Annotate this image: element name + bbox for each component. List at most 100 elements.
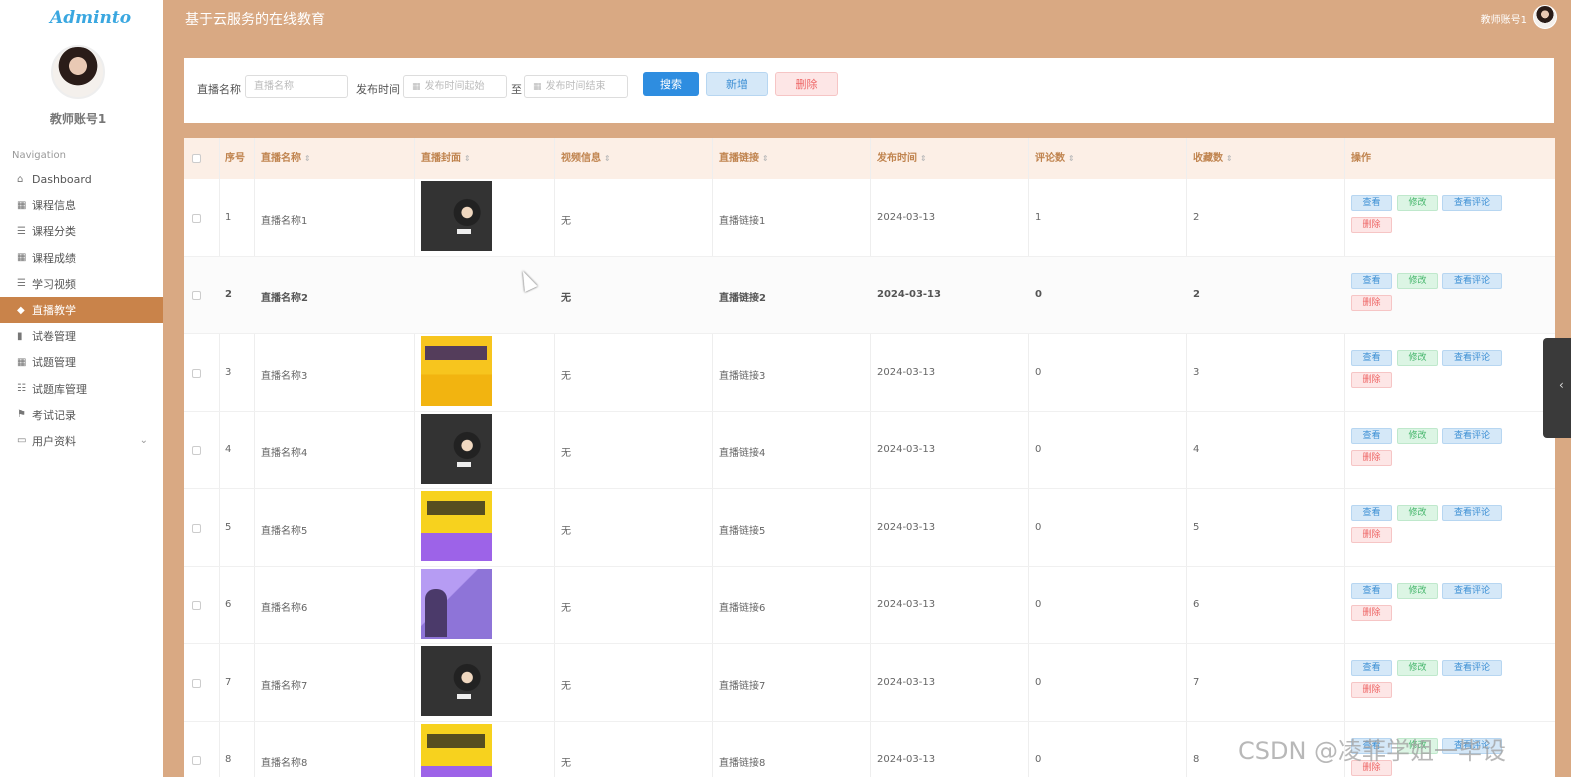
sidebar-item-3[interactable]: ▦ 课程成绩 — [0, 245, 163, 271]
sort-icon[interactable]: ⇕ — [604, 154, 611, 163]
row-checkbox[interactable] — [192, 678, 201, 688]
edit-action-button[interactable]: 修改 — [1397, 350, 1438, 366]
comments-action-button[interactable]: 查看评论 — [1442, 505, 1502, 521]
row-checkbox[interactable] — [192, 523, 201, 533]
nav-section-label: Navigation — [12, 150, 66, 161]
sidebar-item-0[interactable]: ⌂ Dashboard — [0, 166, 163, 192]
sort-icon[interactable]: ⇕ — [920, 154, 927, 163]
view-action-button[interactable]: 查看 — [1351, 660, 1392, 676]
comments-action-button[interactable]: 查看评论 — [1442, 350, 1502, 366]
comments-action-button[interactable]: 查看评论 — [1442, 582, 1502, 599]
card-icon: ▭ — [17, 435, 27, 447]
sidebar-item-8[interactable]: ☷ 试题库管理 — [0, 376, 163, 402]
edit-action-button[interactable]: 修改 — [1397, 272, 1438, 289]
edit-action-button[interactable]: 修改 — [1397, 427, 1438, 444]
cell-video: 无 — [561, 603, 571, 615]
sort-icon[interactable]: ⇕ — [304, 154, 311, 163]
column-header-2[interactable]: 直播封面 ⇕ — [421, 138, 471, 179]
column-header-label: 直播链接 — [719, 153, 759, 164]
view-action-button[interactable]: 查看 — [1351, 505, 1392, 521]
search-button[interactable]: 搜索 — [643, 72, 699, 96]
start-date-input[interactable]: ▦ 发布时间起始 — [403, 75, 507, 98]
cover-image[interactable] — [421, 491, 492, 561]
column-header-3[interactable]: 视频信息 ⇕ — [561, 138, 611, 179]
name-search-input[interactable]: 直播名称 — [245, 75, 348, 98]
cell-favorites: 2 — [1193, 289, 1200, 301]
cover-image[interactable] — [421, 646, 492, 716]
row-checkbox[interactable] — [192, 368, 201, 378]
cell-link: 直播链接3 — [719, 370, 766, 382]
sort-icon[interactable]: ⇕ — [1068, 154, 1075, 163]
row-checkbox[interactable] — [192, 213, 201, 223]
table-row[interactable]: 1 直播名称1 无 直播链接1 2024-03-13 1 2 查看 修改 查看评论 删除 — [184, 179, 1555, 257]
table-row[interactable]: 6 直播名称6 无 直播链接6 2024-03-13 0 6 查看 修改 查看评论 删除 — [184, 567, 1555, 644]
view-action-button[interactable]: 查看 — [1351, 582, 1392, 599]
cell-favorites: 7 — [1193, 676, 1200, 688]
sort-icon[interactable]: ⇕ — [762, 154, 769, 163]
comments-action-button[interactable]: 查看评论 — [1442, 272, 1502, 289]
delete-action-button[interactable]: 删除 — [1351, 527, 1392, 543]
delete-action-button[interactable]: 删除 — [1351, 604, 1392, 621]
sort-icon[interactable]: ⇕ — [1226, 154, 1233, 163]
end-date-input[interactable]: ▦ 发布时间结束 — [524, 75, 628, 98]
edit-action-button[interactable]: 修改 — [1397, 195, 1438, 211]
delete-action-button[interactable]: 删除 — [1351, 372, 1392, 388]
sidebar-item-7[interactable]: ▦ 试题管理 — [0, 349, 163, 375]
delete-action-button[interactable]: 删除 — [1351, 682, 1392, 698]
column-header-4[interactable]: 直播链接 ⇕ — [719, 138, 769, 179]
cover-image[interactable] — [421, 181, 492, 251]
avatar[interactable] — [51, 45, 105, 99]
sidebar-item-1[interactable]: ▦ 课程信息 — [0, 192, 163, 218]
table-row[interactable]: 4 直播名称4 无 直播链接4 2024-03-13 0 4 查看 修改 查看评论 删除 — [184, 412, 1555, 489]
table-row[interactable]: 2 直播名称2 无 直播链接2 2024-03-13 0 2 查看 修改 查看评论 删除 — [184, 256, 1555, 334]
cover-image[interactable] — [421, 723, 492, 777]
sidebar-item-2[interactable]: ☰ 课程分类 — [0, 218, 163, 244]
row-checkbox[interactable] — [192, 756, 201, 766]
view-action-button[interactable]: 查看 — [1351, 350, 1392, 366]
row-checkbox[interactable] — [192, 446, 201, 456]
column-header-6[interactable]: 评论数 ⇕ — [1035, 138, 1075, 179]
delete-action-button[interactable]: 删除 — [1351, 217, 1392, 233]
view-action-button[interactable]: 查看 — [1351, 272, 1392, 289]
row-checkbox[interactable] — [192, 291, 201, 301]
select-all-checkbox[interactable] — [192, 154, 201, 163]
row-checkbox[interactable] — [192, 601, 201, 611]
delete-action-button[interactable]: 删除 — [1351, 294, 1392, 311]
delete-action-button[interactable]: 删除 — [1351, 449, 1392, 466]
comments-action-button[interactable]: 查看评论 — [1442, 427, 1502, 444]
cell-idx: 6 — [225, 599, 232, 611]
thumb-icon: ◆ — [17, 304, 25, 316]
comments-action-button[interactable]: 查看评论 — [1442, 195, 1502, 211]
header-user-name[interactable]: 教师账号1 — [1481, 11, 1527, 26]
column-header-7[interactable]: 收藏数 ⇕ — [1193, 138, 1233, 179]
column-header-1[interactable]: 直播名称 ⇕ — [261, 138, 311, 179]
view-action-button[interactable]: 查看 — [1351, 195, 1392, 211]
view-action-button[interactable]: 查看 — [1351, 427, 1392, 444]
edit-action-button[interactable]: 修改 — [1397, 582, 1438, 599]
edit-action-button[interactable]: 修改 — [1397, 505, 1438, 521]
sidebar-item-9[interactable]: ⚑ 考试记录 — [0, 402, 163, 428]
table-row[interactable]: 7 直播名称7 无 直播链接7 2024-03-13 0 7 查看 修改 查看评论 删除 — [184, 644, 1555, 722]
sort-icon[interactable]: ⇕ — [464, 154, 471, 163]
table-row[interactable]: 5 直播名称5 无 直播链接5 2024-03-13 0 5 查看 修改 查看评论 删除 — [184, 489, 1555, 567]
cover-image[interactable] — [421, 568, 492, 639]
cell-comments: 0 — [1035, 366, 1042, 378]
cell-link: 直播链接2 — [719, 293, 766, 305]
side-panel-toggle[interactable]: ‹ — [1543, 338, 1571, 438]
cover-image[interactable] — [421, 413, 492, 484]
delete-button[interactable]: 删除 — [775, 72, 838, 96]
app-logo[interactable]: Adminto — [50, 8, 131, 28]
grid-icon: ▦ — [17, 356, 27, 368]
sidebar-item-6[interactable]: ▮ 试卷管理 — [0, 323, 163, 349]
add-button[interactable]: 新增 — [706, 72, 768, 96]
comments-action-button[interactable]: 查看评论 — [1442, 660, 1502, 676]
table-row[interactable]: 3 直播名称3 无 直播链接3 2024-03-13 0 3 查看 修改 查看评论 删除 — [184, 334, 1555, 412]
cell-name: 直播名称1 — [261, 215, 308, 227]
column-header-5[interactable]: 发布时间 ⇕ — [877, 138, 927, 179]
header-avatar[interactable] — [1533, 5, 1557, 29]
edit-action-button[interactable]: 修改 — [1397, 660, 1438, 676]
cover-image[interactable] — [421, 336, 492, 406]
sidebar-item-10[interactable]: ▭ 用户资料 ⌄ — [0, 428, 163, 454]
sidebar-item-5[interactable]: ◆ 直播教学 — [0, 296, 163, 324]
sidebar-item-4[interactable]: ☰ 学习视频 — [0, 271, 163, 297]
